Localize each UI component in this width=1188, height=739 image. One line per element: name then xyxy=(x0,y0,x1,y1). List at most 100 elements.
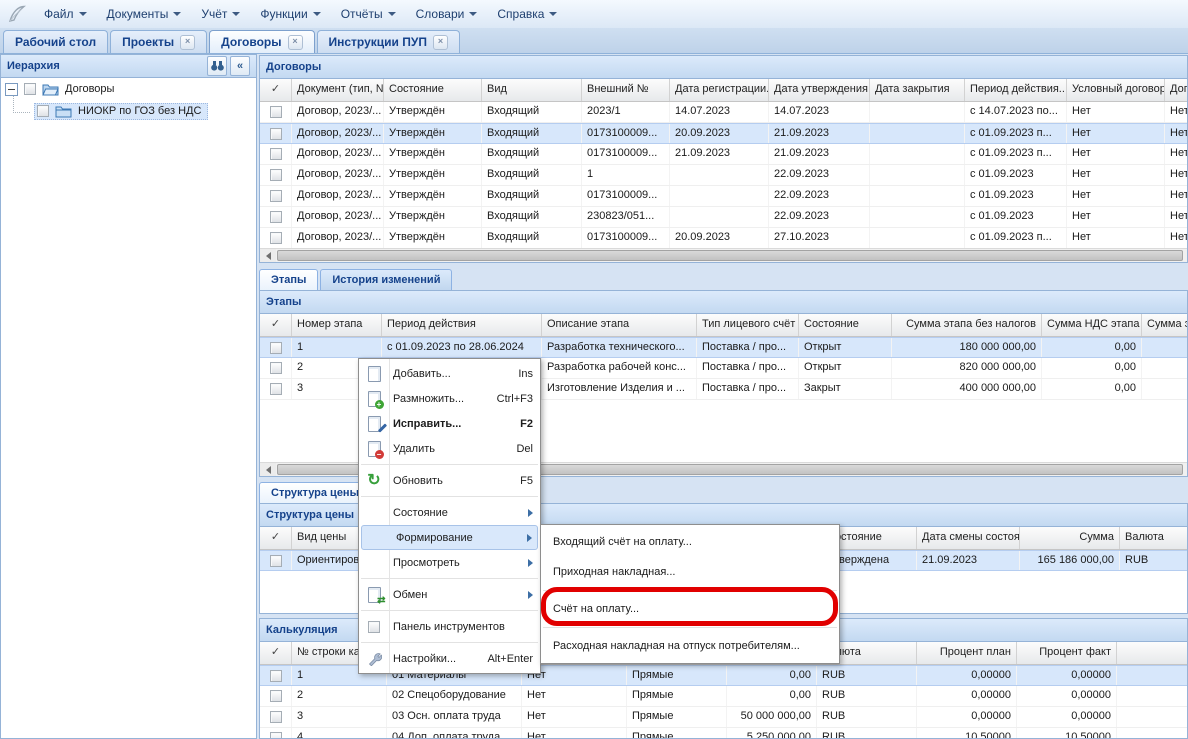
table-row[interactable]: Договор, 2023/...УтверждёнВходящий017310… xyxy=(260,228,1187,249)
menu-dictionaries[interactable]: Словари xyxy=(406,4,488,24)
row-checkbox[interactable] xyxy=(270,232,282,244)
table-row[interactable]: 202 СпецоборудованиеНетПрямые0,00RUB0,00… xyxy=(260,686,1187,707)
column-header[interactable]: Договор xyxy=(1165,79,1187,101)
submenu-item-incoming-invoice[interactable]: Входящий счёт на оплату... xyxy=(541,527,839,557)
column-header[interactable]: Процент план xyxy=(917,642,1017,664)
column-header[interactable]: Вид xyxy=(482,79,582,101)
table-row[interactable]: Договор, 2023/...УтверждёнВходящий017310… xyxy=(260,144,1187,165)
column-header[interactable]: Дата закрытия xyxy=(870,79,965,101)
tree-checkbox[interactable] xyxy=(37,105,49,117)
column-header[interactable]: Сумма этапа без налогов xyxy=(892,314,1042,336)
menu-reports[interactable]: Отчёты xyxy=(331,4,406,24)
row-checkbox[interactable] xyxy=(270,362,282,374)
menu-item-add[interactable]: Добавить... Ins xyxy=(359,361,540,386)
menu-accounting[interactable]: Учёт xyxy=(191,4,250,24)
table-row[interactable]: 1с 01.09.2023 по 28.06.2024Разработка те… xyxy=(260,337,1187,358)
table-row[interactable]: Договор, 2023/...УтверждёнВходящий2023/1… xyxy=(260,102,1187,123)
table-cell: Договор, 2023/... xyxy=(292,144,384,164)
select-all-header[interactable]: ✓ xyxy=(260,314,292,336)
collapse-panel-button[interactable]: « xyxy=(230,56,250,76)
table-row[interactable]: Договор, 2023/...УтверждёнВходящий230823… xyxy=(260,207,1187,228)
menu-separator xyxy=(361,610,538,611)
tab-change-history[interactable]: История изменений xyxy=(320,269,452,291)
horizontal-scrollbar[interactable] xyxy=(260,248,1187,262)
tab-projects[interactable]: Проекты× xyxy=(110,30,207,53)
column-header[interactable]: Номер этапа xyxy=(292,314,382,336)
tree-node-contracts[interactable]: Договоры xyxy=(1,78,256,100)
menu-help[interactable]: Справка xyxy=(487,4,567,24)
tab-instructions[interactable]: Инструкции ПУП× xyxy=(317,30,460,53)
row-checkbox[interactable] xyxy=(270,555,282,567)
tree-node-niokr[interactable]: НИОКР по ГОЗ без НДС xyxy=(1,100,256,122)
column-header[interactable]: Валюта xyxy=(1120,527,1187,549)
row-checkbox[interactable] xyxy=(270,670,282,682)
row-checkbox[interactable] xyxy=(270,169,282,181)
column-header[interactable] xyxy=(1117,642,1187,664)
menu-item-generation[interactable]: Формирование xyxy=(361,525,538,550)
column-header[interactable]: Сумма xyxy=(1020,527,1120,549)
menu-item-settings[interactable]: Настройки... Alt+Enter xyxy=(359,646,540,671)
row-checkbox[interactable] xyxy=(270,211,282,223)
menu-item-state[interactable]: Состояние xyxy=(359,500,540,525)
menu-item-toolbar[interactable]: Панель инструментов xyxy=(359,614,540,639)
column-header[interactable]: Период действия.. xyxy=(965,79,1067,101)
menu-item-view[interactable]: Просмотреть xyxy=(359,550,540,575)
menu-item-edit[interactable]: Исправить... F2 xyxy=(359,411,540,436)
column-header[interactable]: Состояние xyxy=(799,314,892,336)
column-header[interactable]: Сумма НДС этапа xyxy=(1042,314,1142,336)
row-checkbox[interactable] xyxy=(270,732,282,739)
table-row[interactable]: 404 Доп. оплата трудаНетПрямые5 250 000,… xyxy=(260,728,1187,739)
row-checkbox[interactable] xyxy=(270,342,282,354)
scrollbar-thumb[interactable] xyxy=(277,250,1183,261)
column-header[interactable]: Условный договор xyxy=(1067,79,1165,101)
tab-price-structure[interactable]: Структура цены xyxy=(259,482,371,504)
tab-close-icon[interactable]: × xyxy=(288,35,303,50)
column-header[interactable]: Внешний № xyxy=(582,79,670,101)
scroll-left-button[interactable] xyxy=(260,249,276,262)
table-cell: Утверждён xyxy=(384,165,482,185)
select-all-header[interactable]: ✓ xyxy=(260,527,292,549)
menu-item-exchange[interactable]: ⇄ Обмен xyxy=(359,582,540,607)
table-row[interactable]: Договор, 2023/...УтверждёнВходящий017310… xyxy=(260,123,1187,144)
row-checkbox[interactable] xyxy=(270,383,282,395)
row-checkbox[interactable] xyxy=(270,128,282,140)
table-row[interactable]: 303 Осн. оплата трудаНетПрямые50 000 000… xyxy=(260,707,1187,728)
menu-item-refresh[interactable]: ↻ Обновить F5 xyxy=(359,468,540,493)
row-checkbox[interactable] xyxy=(270,190,282,202)
menu-documents[interactable]: Документы xyxy=(97,4,192,24)
submenu-item-payment-invoice[interactable]: Счёт на оплату... xyxy=(541,594,839,624)
menu-functions[interactable]: Функции xyxy=(250,4,330,24)
column-header[interactable]: Период действия xyxy=(382,314,542,336)
tab-close-icon[interactable]: × xyxy=(180,35,195,50)
column-header[interactable]: Описание этапа xyxy=(542,314,697,336)
menu-item-duplicate[interactable]: + Размножить... Ctrl+F3 xyxy=(359,386,540,411)
column-header[interactable]: Тип лицевого счёт xyxy=(697,314,799,336)
tab-close-icon[interactable]: × xyxy=(433,35,448,50)
tab-desktop[interactable]: Рабочий стол xyxy=(3,30,108,53)
row-checkbox[interactable] xyxy=(270,711,282,723)
row-checkbox[interactable] xyxy=(270,690,282,702)
row-checkbox[interactable] xyxy=(270,148,282,160)
column-header[interactable]: Дата смены состоя xyxy=(917,527,1020,549)
tab-contracts[interactable]: Договоры× xyxy=(209,30,314,53)
row-checkbox[interactable] xyxy=(270,106,282,118)
column-header[interactable]: Дата регистрации. xyxy=(670,79,769,101)
scroll-left-button[interactable] xyxy=(260,463,276,476)
select-all-header[interactable]: ✓ xyxy=(260,642,292,664)
table-cell: Нет xyxy=(522,707,627,727)
menu-item-delete[interactable]: − Удалить Del xyxy=(359,436,540,461)
tab-stages[interactable]: Этапы xyxy=(259,269,318,291)
column-header[interactable]: Сумма эт xyxy=(1142,314,1187,336)
select-all-header[interactable]: ✓ xyxy=(260,79,292,101)
column-header[interactable]: Состояние xyxy=(384,79,482,101)
column-header[interactable]: Процент факт xyxy=(1017,642,1117,664)
column-header[interactable]: Документ (тип, № xyxy=(292,79,384,101)
table-row[interactable]: Договор, 2023/...УтверждёнВходящий017310… xyxy=(260,186,1187,207)
menu-file[interactable]: Файл xyxy=(34,4,97,24)
submenu-item-receipt-note[interactable]: Приходная накладная... xyxy=(541,557,839,587)
table-row[interactable]: Договор, 2023/...УтверждёнВходящий122.09… xyxy=(260,165,1187,186)
submenu-item-outgoing-note[interactable]: Расходная накладная на отпуск потребител… xyxy=(541,631,839,661)
tree-collapse-icon[interactable] xyxy=(5,83,18,96)
search-button[interactable] xyxy=(207,56,227,76)
column-header[interactable]: Дата утверждения xyxy=(769,79,870,101)
